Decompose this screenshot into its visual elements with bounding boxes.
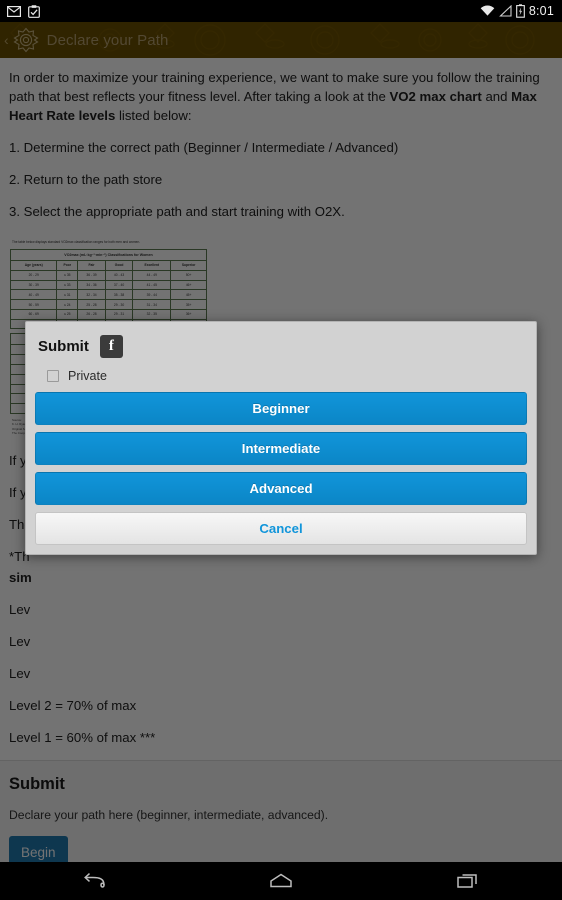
beginner-button[interactable]: Beginner (35, 392, 527, 425)
intro-text-mid: and (481, 89, 512, 104)
cancel-button[interactable]: Cancel (35, 512, 527, 545)
facebook-share-button[interactable]: f (99, 335, 123, 358)
home-icon (270, 873, 292, 888)
step-3: 3. Select the appropriate path and start… (9, 204, 345, 219)
table-row: 30 - 39 ≤ 33 34 - 36 37 - 40 41 - 45 46+ (9, 279, 207, 291)
intermediate-button[interactable]: Intermediate (35, 432, 527, 465)
private-checkbox[interactable] (47, 370, 59, 382)
private-checkbox-label: Private (68, 369, 107, 383)
col-fair: Fair (77, 260, 106, 271)
dialog-header: Submit f (26, 322, 536, 363)
col-good: Good (104, 260, 134, 271)
vo2-table-women: VO2max (mL·kg⁻¹·min⁻¹) Classifications f… (9, 249, 207, 330)
nav-home-button[interactable] (251, 862, 311, 900)
status-bar-clock: 8:01 (528, 4, 554, 18)
table-row: 40 - 49 ≤ 31 32 - 34 35 - 38 39 - 44 45+ (9, 289, 207, 301)
submit-path-dialog: Submit f Private Beginner Intermediate A… (25, 321, 537, 555)
occluded-line-5: sim (9, 569, 32, 585)
status-bar-system-icons: 8:01 (480, 4, 562, 18)
dialog-button-list: Beginner Intermediate Advanced Cancel (26, 392, 536, 545)
wifi-icon (480, 5, 495, 16)
intro-bold-vo2: VO2 max chart (389, 89, 482, 104)
advanced-button[interactable]: Advanced (35, 472, 527, 505)
vo2-women-body: VO2max (mL·kg⁻¹·min⁻¹) Classifications f… (9, 249, 207, 330)
submit-description: Declare your path here (beginner, interm… (9, 807, 329, 822)
begin-button[interactable]: Begin (9, 835, 68, 862)
step-1: 1. Determine the correct path (Beginner … (9, 140, 399, 155)
private-checkbox-row[interactable]: Private (26, 363, 536, 392)
occluded-line-6: Lev (9, 601, 31, 617)
back-arrow-icon (83, 873, 105, 888)
submit-heading: Submit (9, 774, 65, 793)
battery-icon (516, 4, 525, 18)
nav-back-button[interactable] (64, 862, 124, 900)
step-2: 2. Return to the path store (9, 172, 163, 187)
vo2-women-header-row: Age (years) Poor Fair Good Excellent Sup… (9, 260, 207, 271)
android-navigation-bar (0, 862, 562, 900)
page-title: Declare your Path (46, 31, 169, 49)
table-row: 60 - 69 ≤ 25 26 - 28 29 - 31 32 - 35 36+ (9, 308, 207, 320)
table-row: 20 - 29 ≤ 35 36 - 39 40 - 43 44 - 49 50+ (9, 269, 207, 281)
col-poor: Poor (56, 260, 79, 271)
facebook-f-icon: f (108, 338, 114, 354)
status-bar-notifications (0, 4, 40, 18)
intro-paragraph: In order to maximize your training exper… (0, 58, 562, 125)
submit-section: Submit Declare your path here (beginner,… (0, 759, 562, 862)
col-age: Age (years) (9, 260, 58, 271)
clipboard-check-icon (28, 4, 40, 18)
col-superior: Superior (170, 260, 207, 271)
col-excellent: Excellent (132, 260, 172, 271)
signal-icon (498, 5, 512, 17)
mail-icon (7, 5, 21, 17)
vo2-women-title: VO2max (mL·kg⁻¹·min⁻¹) Classifications f… (10, 249, 207, 261)
status-bar: 8:01 (0, 0, 562, 22)
level-2-line: Level 2 = 70% of max (9, 697, 137, 713)
back-chevron-icon[interactable]: ‹ (4, 33, 9, 47)
app-bar: ‹ Declare your Path (0, 22, 562, 58)
vo2-chart-caption: The table below displays standard VO2max… (12, 240, 141, 244)
star-mandala-logo-icon[interactable] (13, 27, 39, 53)
recents-icon (457, 874, 478, 888)
nav-recents-button[interactable] (438, 862, 498, 900)
table-row: 50 - 59 ≤ 24 25 - 28 29 - 30 31 - 34 35+ (9, 299, 207, 310)
occluded-line-7: Lev (9, 633, 31, 649)
occluded-line-8: Lev (9, 665, 31, 681)
level-1-line: Level 1 = 60% of max *** (9, 729, 156, 745)
intro-text-end: listed below: (115, 108, 192, 123)
dialog-title: Submit (38, 338, 89, 355)
